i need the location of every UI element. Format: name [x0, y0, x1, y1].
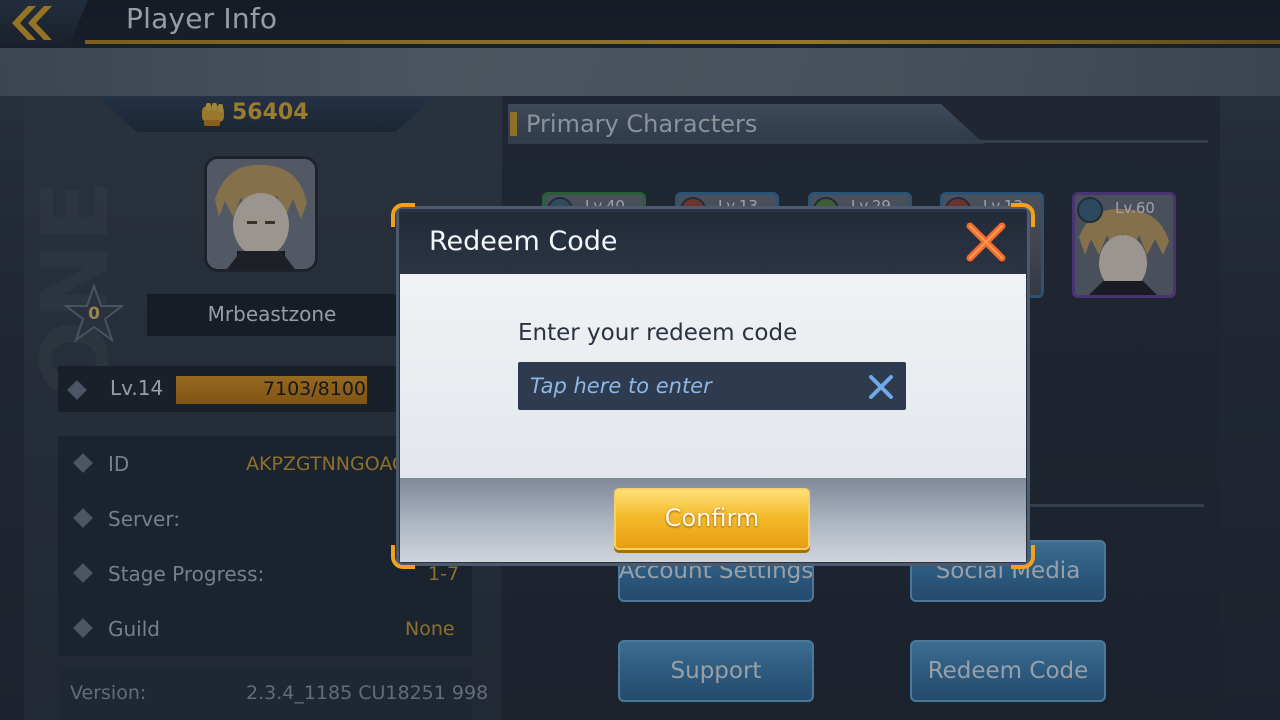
- dialog-corner-ornament: [391, 203, 415, 227]
- close-icon: [966, 222, 1006, 262]
- dialog-corner-ornament: [1011, 545, 1035, 569]
- clear-input-icon: [869, 375, 893, 399]
- clear-input-button[interactable]: [866, 372, 896, 402]
- dialog-title: Redeem Code: [429, 226, 618, 257]
- redeem-code-input[interactable]: [518, 362, 906, 410]
- confirm-label: Confirm: [664, 504, 760, 532]
- close-button[interactable]: [964, 220, 1008, 264]
- redeem-prompt: Enter your redeem code: [518, 320, 798, 346]
- dialog-corner-ornament: [391, 545, 415, 569]
- dialog-corner-ornament: [1011, 203, 1035, 227]
